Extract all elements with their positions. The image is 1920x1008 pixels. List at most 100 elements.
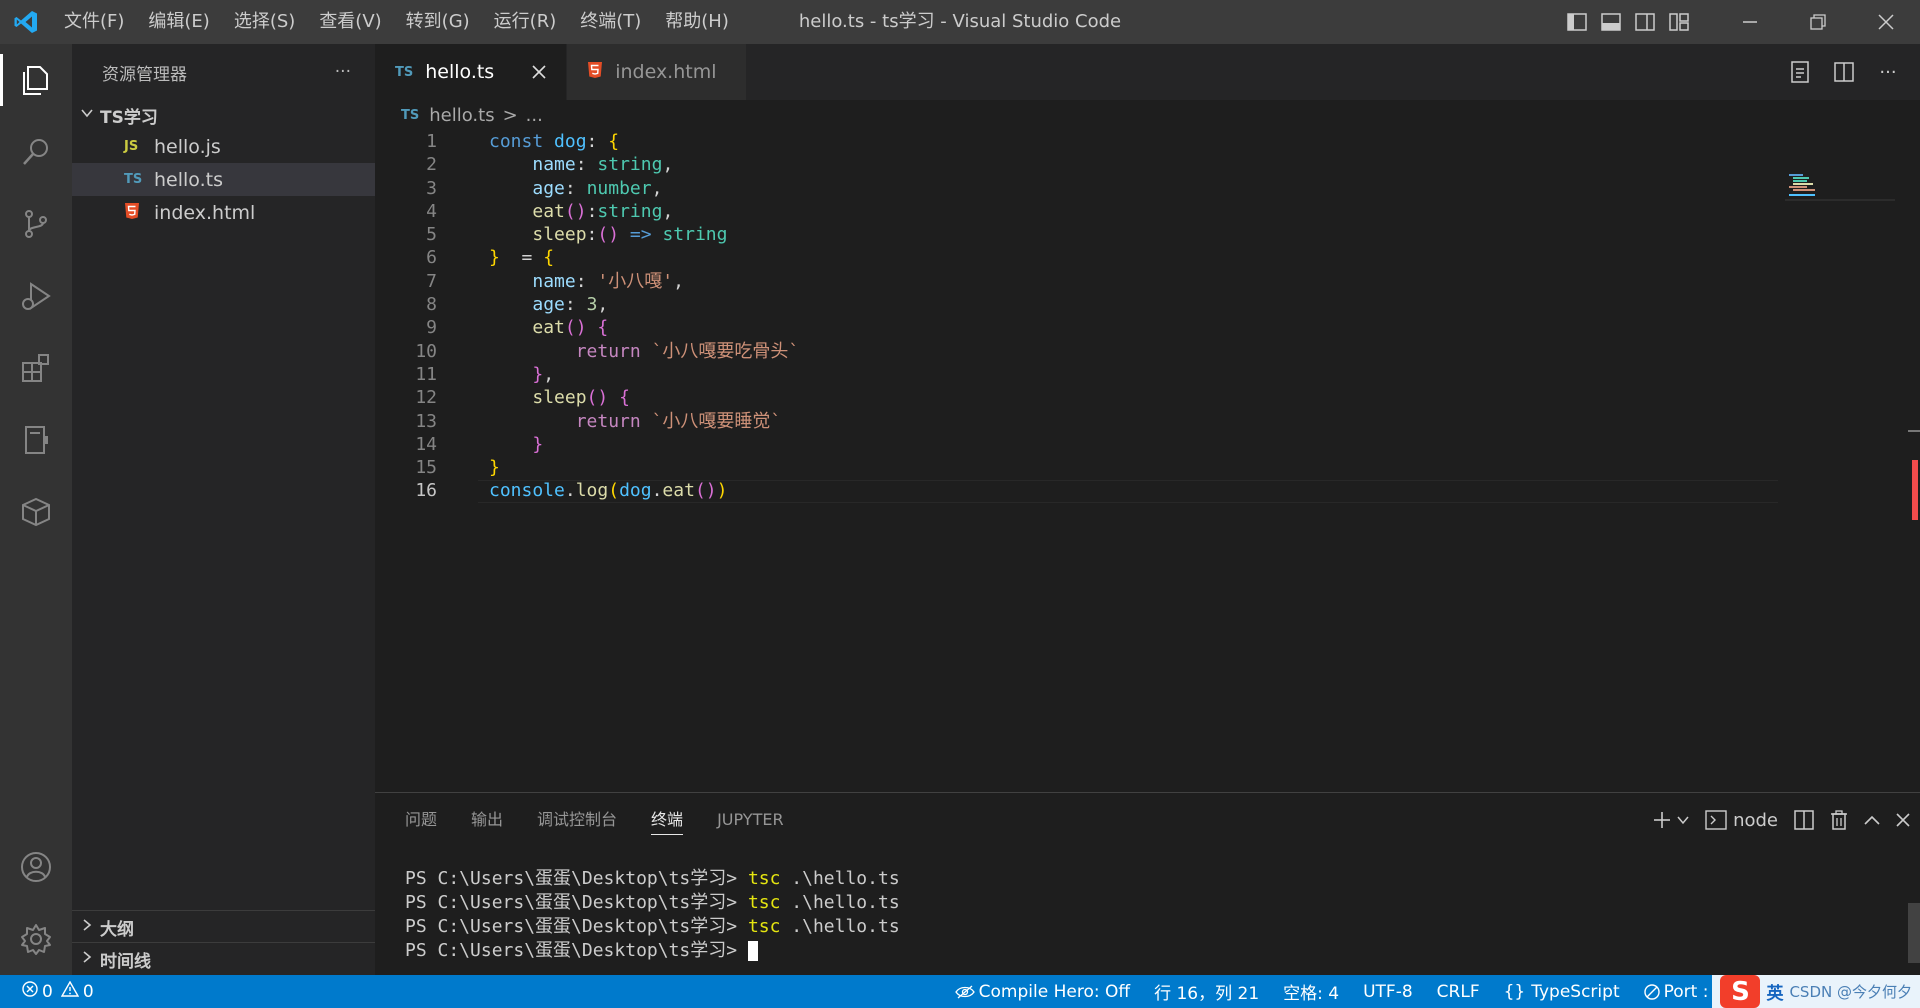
terminal-output[interactable]: PS C:\Users\蛋蛋\Desktop\ts学习> tsc .\hello… (375, 847, 1920, 963)
breadcrumb-file[interactable]: hello.ts (429, 105, 494, 126)
toggle-sidebar-icon[interactable] (1560, 0, 1594, 44)
explorer-more-actions[interactable]: ··· (335, 62, 351, 82)
close-window-icon[interactable] (1852, 0, 1920, 44)
minimap[interactable] (1785, 172, 1895, 232)
editor-scrollbar[interactable] (1906, 130, 1920, 790)
file-hello-ts[interactable]: TS hello.ts (72, 163, 375, 196)
extensions-icon[interactable] (0, 332, 72, 404)
port-status[interactable]: Port : (1643, 982, 1708, 1002)
menu-terminal[interactable]: 终端(T) (568, 0, 653, 44)
js-file-icon: JS (124, 139, 139, 154)
timeline-label: 时间线 (100, 951, 151, 972)
menu-go[interactable]: 转到(G) (394, 0, 482, 44)
cursor-position[interactable]: 行 16，列 21 (1154, 979, 1259, 1004)
split-editor-icon[interactable] (1822, 62, 1866, 82)
explorer-icon[interactable] (0, 44, 72, 116)
language-label: TypeScript (1531, 981, 1620, 1002)
minimize-icon[interactable] (1716, 0, 1784, 44)
indentation[interactable]: 空格: 4 (1283, 979, 1339, 1004)
terminal-line: PS C:\Users\蛋蛋\Desktop\ts学习> tsc .\hello… (405, 915, 1920, 939)
menu-selection[interactable]: 选择(S) (222, 0, 307, 44)
breadcrumb-symbol[interactable]: ... (526, 105, 543, 126)
more-actions-icon[interactable]: ··· (1866, 62, 1910, 83)
source-control-icon[interactable] (0, 188, 72, 260)
package-icon[interactable] (0, 476, 72, 548)
encoding[interactable]: UTF-8 (1363, 982, 1413, 1002)
problems-status[interactable]: 0 0 (0, 980, 94, 1002)
menu-help[interactable]: 帮助(H) (653, 0, 741, 44)
terminal-argument: .\hello.ts (780, 892, 900, 913)
explorer-sidebar: 资源管理器 ··· TS学习 JS hello.js TS hello.ts i… (72, 44, 375, 975)
activity-bar (0, 44, 72, 975)
line-number: 6 (426, 247, 437, 269)
close-panel-icon[interactable] (1896, 813, 1910, 827)
terminal-prompt: PS C:\Users\蛋蛋\Desktop\ts学习> (405, 940, 748, 961)
run-debug-icon[interactable] (0, 260, 72, 332)
chevron-down-icon[interactable] (1677, 814, 1689, 826)
line-number: 10 (415, 340, 437, 362)
terminal-command: tsc (747, 892, 781, 913)
terminal-selector[interactable]: node (1705, 810, 1778, 831)
code-text: } (532, 433, 544, 455)
code-line: 11 }, (375, 363, 1775, 386)
restore-icon[interactable] (1784, 0, 1852, 44)
line-number: 16 (415, 480, 437, 502)
account-icon[interactable] (0, 831, 72, 903)
search-icon[interactable] (0, 116, 72, 188)
tab-index-html[interactable]: index.html (567, 44, 748, 100)
menu-view[interactable]: 查看(V) (307, 0, 393, 44)
notebook-icon[interactable] (0, 404, 72, 476)
current-line-highlight (478, 480, 1778, 503)
terminal-scrollbar[interactable] (1908, 903, 1920, 963)
file-index-html[interactable]: index.html (72, 196, 375, 229)
trash-icon[interactable] (1830, 810, 1848, 830)
customize-layout-icon[interactable] (1662, 0, 1696, 44)
ime-toolbar[interactable]: S 英 CSDN @今夕何夕 (1712, 975, 1920, 1008)
new-terminal-icon[interactable] (1653, 811, 1671, 829)
language-mode[interactable]: {} TypeScript (1504, 982, 1620, 1002)
code-text: name: string, (532, 154, 674, 176)
ts-file-icon: TS (395, 64, 414, 80)
settings-gear-icon[interactable] (0, 903, 72, 975)
line-number: 9 (426, 317, 437, 339)
menu-edit[interactable]: 编辑(E) (136, 0, 221, 44)
tab-jupyter[interactable]: JUPYTER (717, 805, 784, 835)
no-entry-icon (1643, 983, 1660, 1000)
tab-problems[interactable]: 问题 (405, 805, 437, 835)
line-number: 1 (426, 131, 437, 152)
compile-hero-status[interactable]: Compile Hero: Off (954, 981, 1131, 1002)
code-text: sleep:() => string (532, 224, 728, 246)
open-preview-icon[interactable] (1778, 61, 1822, 83)
code-editor[interactable]: 1 const dog: { 2 name: string, 3 age: num… (375, 130, 1778, 503)
tab-hello-ts[interactable]: TS hello.ts (375, 44, 568, 100)
breadcrumb: TS hello.ts > ... (375, 100, 1920, 130)
line-number: 5 (426, 224, 437, 246)
code-line: 8 age: 3, (375, 293, 1775, 316)
tab-label: index.html (615, 61, 717, 83)
tab-terminal[interactable]: 终端 (651, 805, 684, 835)
explorer-title: 资源管理器 (102, 64, 187, 85)
explorer-header: 资源管理器 ··· (72, 44, 375, 100)
close-tab-icon[interactable] (532, 60, 546, 84)
menu-run[interactable]: 运行(R) (482, 0, 569, 44)
split-terminal-icon[interactable] (1794, 810, 1814, 830)
line-number: 11 (415, 363, 437, 385)
timeline-section[interactable]: 时间线 (72, 942, 375, 975)
terminal-argument: .\hello.ts (780, 916, 900, 937)
line-number: 3 (426, 177, 437, 199)
outline-section[interactable]: 大纲 (72, 910, 375, 943)
file-hello-js[interactable]: JS hello.js (72, 130, 375, 163)
menu-file[interactable]: 文件(F) (52, 0, 136, 44)
toggle-secondary-sidebar-icon[interactable] (1628, 0, 1662, 44)
sogou-logo-icon: S (1720, 975, 1761, 1008)
end-of-line[interactable]: CRLF (1437, 982, 1480, 1002)
tab-debug-console[interactable]: 调试控制台 (537, 805, 617, 835)
tab-output[interactable]: 输出 (471, 805, 503, 835)
toggle-panel-icon[interactable] (1594, 0, 1628, 44)
compile-hero-label: Compile Hero: Off (978, 981, 1131, 1002)
folder-ts-study[interactable]: TS学习 (72, 100, 375, 130)
terminal-line: PS C:\Users\蛋蛋\Desktop\ts学习> tsc .\hello… (405, 867, 1920, 891)
code-text: age: 3, (532, 294, 609, 316)
maximize-panel-icon[interactable] (1864, 814, 1880, 826)
tab-label: hello.ts (425, 61, 495, 83)
